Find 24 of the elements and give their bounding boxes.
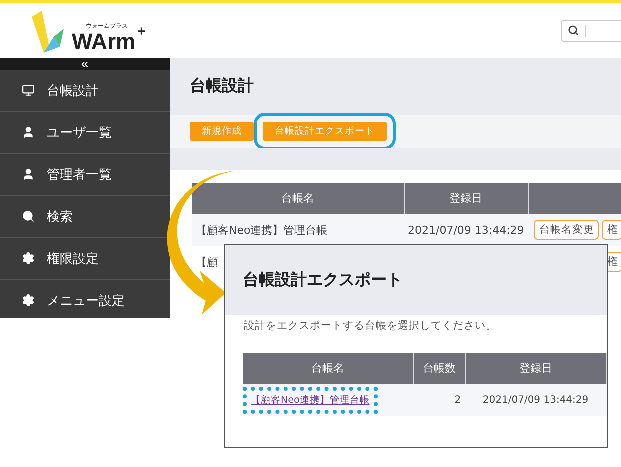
table-cell: 2021/07/09 13:44:29: [404, 214, 528, 246]
user-icon: [22, 126, 35, 139]
action-button[interactable]: 台帳名変更: [534, 220, 600, 240]
column-header: 台帳名: [192, 183, 404, 214]
collapse-button[interactable]: «: [0, 58, 170, 70]
column-header: 登録日: [465, 353, 606, 384]
settings-icon: [22, 294, 35, 307]
table-cell: 【顧客Neo連携】管理台帳: [192, 214, 404, 246]
search-field[interactable]: [561, 20, 621, 42]
monitor-icon: [22, 84, 35, 97]
column-header: 登録日: [404, 183, 528, 214]
table-cell: 2021/07/09 13:44:29: [465, 384, 606, 416]
table-cell: 2: [414, 384, 466, 416]
column-header: 台帳名: [243, 353, 414, 384]
column-header: 台帳数: [414, 353, 466, 384]
logo-plus: +: [138, 22, 146, 38]
search-icon: [568, 25, 579, 36]
page-title: 台帳設計: [190, 76, 254, 97]
user-icon: [22, 168, 35, 181]
settings-icon: [22, 252, 35, 265]
instruction-text: 設計をエクスポートする台帳を選択してください。: [244, 319, 498, 333]
search-icon: [22, 210, 35, 223]
logo-text: WArm: [72, 30, 136, 52]
action-button[interactable]: 権: [602, 220, 621, 240]
